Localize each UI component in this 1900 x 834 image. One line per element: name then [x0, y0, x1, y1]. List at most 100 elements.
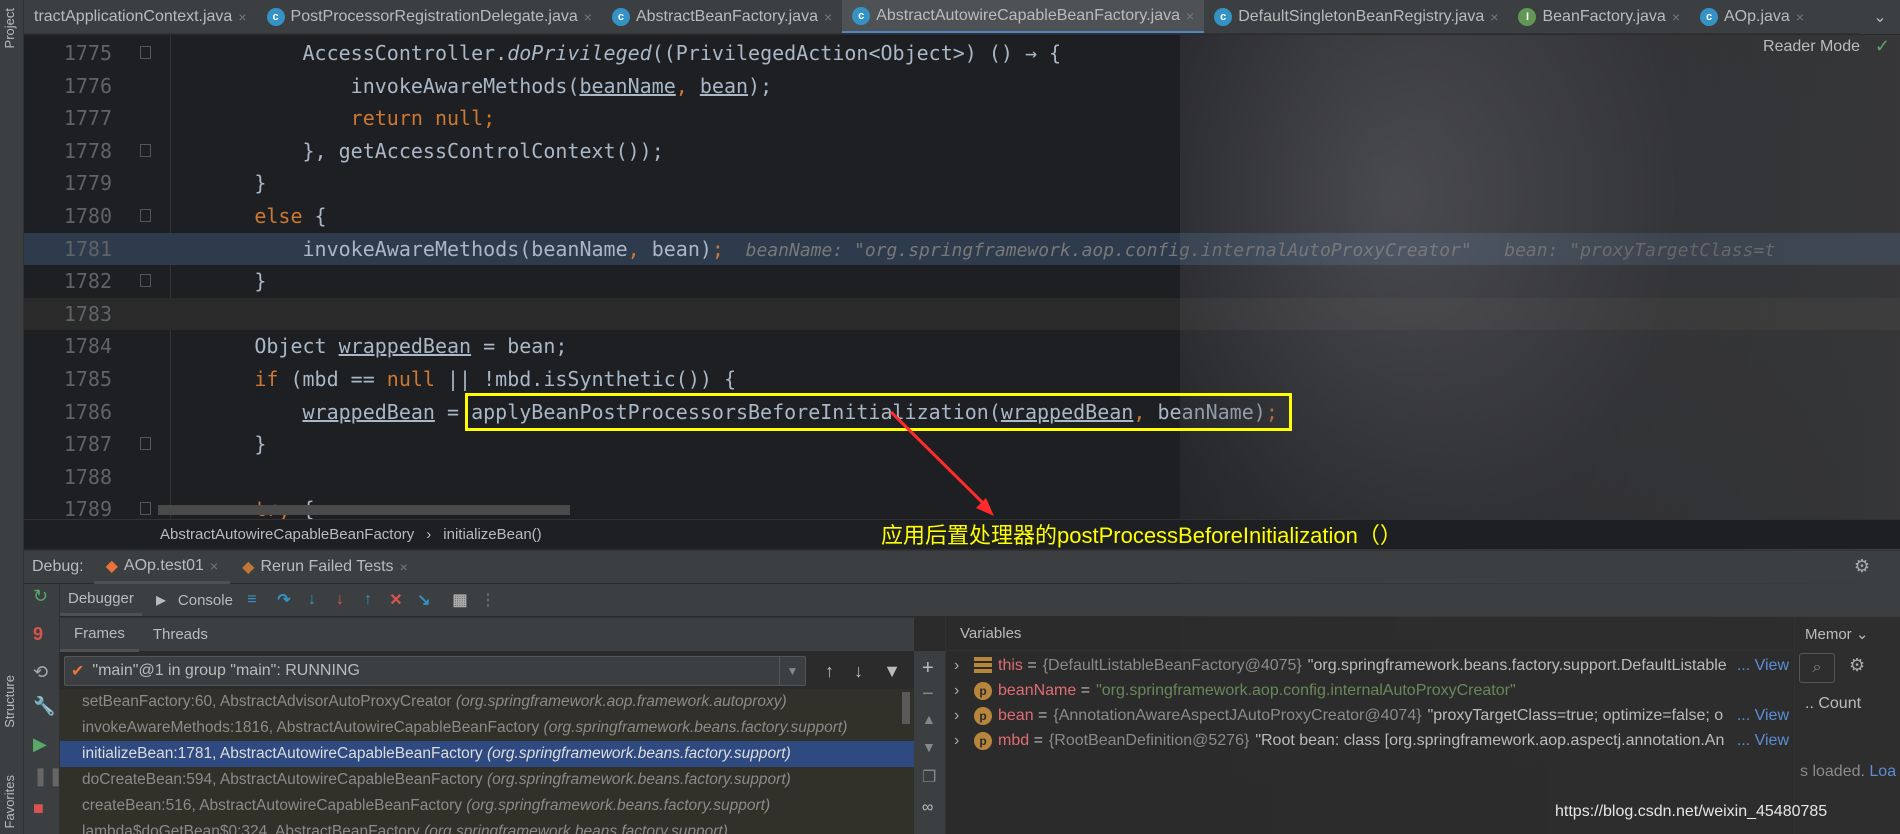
horizontal-scrollbar[interactable]: [158, 505, 570, 515]
line-number[interactable]: 1779: [24, 167, 112, 200]
breadcrumb-class[interactable]: AbstractAutowireCapableBeanFactory: [160, 526, 414, 543]
editor-tab[interactable]: I BeanFactory.java ×: [1508, 0, 1690, 33]
arrow-down-icon[interactable]: ↓: [854, 661, 863, 682]
minus-icon[interactable]: −: [922, 683, 934, 706]
view-link[interactable]: ... View: [1737, 707, 1789, 725]
editor-tab[interactable]: c DefaultSingletonBeanRegistry.java ×: [1204, 0, 1508, 33]
frame-row[interactable]: initializeBean:1781, AbstractAutowireCap…: [60, 741, 914, 767]
line-number[interactable]: 1783: [24, 298, 112, 331]
stop-icon[interactable]: ■: [33, 798, 44, 819]
gear-icon[interactable]: ⚙: [1849, 655, 1865, 676]
breadcrumb-method[interactable]: initializeBean(): [443, 526, 541, 543]
reader-mode-button[interactable]: Reader Mode: [1763, 38, 1860, 56]
line-number[interactable]: 1787: [24, 428, 112, 461]
favorites-tool-button[interactable]: Favorites: [2, 775, 17, 828]
debugger-tab[interactable]: Debugger: [60, 584, 142, 616]
variable-row[interactable]: › p bean = {AnnotationAwareAspectJAutoProx…: [954, 704, 1789, 728]
frame-row[interactable]: setBeanFactory:60, AbstractAdvisorAutoPr…: [60, 689, 914, 715]
move-down-icon[interactable]: ▼: [922, 739, 936, 755]
frame-row[interactable]: createBean:516, AbstractAutowireCapableB…: [60, 793, 914, 819]
chevron-right-icon[interactable]: ›: [954, 707, 968, 725]
fold-marker-icon[interactable]: [140, 46, 151, 59]
debug-tab-rerun-failed[interactable]: ◆ Rerun Failed Tests ×: [230, 551, 420, 584]
line-number[interactable]: 1789: [24, 493, 112, 519]
line-number[interactable]: 1786: [24, 396, 112, 429]
close-icon[interactable]: ×: [1672, 9, 1680, 25]
chevron-right-icon[interactable]: ›: [954, 682, 968, 700]
watches-glasses-icon[interactable]: ∞: [922, 799, 933, 817]
restore-layout-icon[interactable]: ⟲: [33, 662, 48, 683]
line-number[interactable]: 1788: [24, 461, 112, 494]
fold-marker-icon[interactable]: [140, 437, 151, 451]
view-link[interactable]: ... View: [1737, 657, 1789, 675]
variable-row[interactable]: › p mbd = {RootBeanDefinition@5276} "Root b…: [954, 729, 1789, 753]
run-to-cursor-icon[interactable]: ↘: [413, 590, 435, 610]
line-number[interactable]: 1778: [24, 135, 112, 168]
line-number[interactable]: 1775: [24, 37, 112, 70]
debug-tab-aop-test01[interactable]: ◆ AOp.test01 ×: [93, 551, 231, 584]
arrow-up-icon[interactable]: ↑: [825, 661, 834, 682]
line-number[interactable]: 1777: [24, 102, 112, 135]
fold-marker-icon[interactable]: [140, 143, 151, 157]
close-icon[interactable]: ×: [400, 559, 408, 575]
filter-icon[interactable]: ▼: [883, 661, 901, 682]
tab-frames[interactable]: Frames: [60, 618, 139, 652]
line-number[interactable]: 1785: [24, 363, 112, 396]
editor-tab[interactable]: c AOp.java ×: [1690, 0, 1814, 33]
close-icon[interactable]: ×: [1490, 9, 1498, 25]
fold-marker-icon[interactable]: [140, 209, 151, 222]
chevron-down-icon[interactable]: ▼: [779, 657, 805, 685]
line-number[interactable]: 1781: [24, 233, 112, 266]
force-step-into-icon[interactable]: ↓: [329, 591, 351, 609]
editor-tab[interactable]: tractApplicationContext.java ×: [24, 0, 257, 33]
step-over-icon[interactable]: ↷: [273, 590, 295, 610]
thread-select[interactable]: ✔ "main"@1 in group "main": RUNNING ▼: [64, 656, 806, 686]
editor-tab[interactable]: c PostProcessorRegistrationDelegate.java ×: [257, 0, 602, 33]
editor-tab[interactable]: c AbstractBeanFactory.java ×: [602, 0, 842, 33]
line-number[interactable]: 1776: [24, 70, 112, 103]
close-icon[interactable]: ×: [210, 558, 218, 574]
variable-row[interactable]: › this = {DefaultListableBeanFactory@4075…: [954, 654, 1789, 678]
wrench-icon[interactable]: 🔧: [33, 696, 55, 717]
fold-marker-icon[interactable]: [140, 274, 151, 288]
view-link[interactable]: ... View: [1737, 732, 1789, 750]
line-number[interactable]: 1784: [24, 330, 112, 363]
memory-tab[interactable]: Memor ⌄: [1805, 625, 1868, 643]
close-icon[interactable]: ×: [1796, 9, 1804, 25]
plus-icon[interactable]: +: [922, 657, 934, 680]
trace-icon[interactable]: ⋮: [477, 590, 499, 610]
frame-row[interactable]: doCreateBean:594, AbstractAutowireCapabl…: [60, 767, 914, 793]
load-classes-link[interactable]: Loa: [1869, 763, 1896, 780]
chevron-down-icon[interactable]: ⌄: [1860, 0, 1900, 34]
frames-scrollbar[interactable]: [902, 692, 910, 724]
copy-icon[interactable]: ❐: [922, 767, 936, 787]
rerun-icon[interactable]: ↻: [33, 586, 48, 607]
inspection-check-icon[interactable]: ✓: [1875, 36, 1890, 57]
pause-icon[interactable]: ❚❚: [33, 766, 63, 787]
project-tool-button[interactable]: Project: [2, 8, 17, 48]
chevron-right-icon[interactable]: ›: [954, 657, 968, 675]
search-icon[interactable]: ⌕: [1799, 653, 1835, 683]
variable-row[interactable]: › p beanName = "org.springframework.aop.co…: [954, 679, 1789, 703]
close-icon[interactable]: ×: [238, 9, 246, 25]
move-up-icon[interactable]: ▲: [922, 711, 936, 727]
gear-icon[interactable]: ⚙: [1854, 556, 1870, 577]
frame-row[interactable]: invokeAwareMethods:1816, AbstractAutowir…: [60, 715, 914, 741]
show-execution-point-icon[interactable]: ≡: [241, 591, 263, 609]
close-icon[interactable]: ×: [824, 9, 832, 25]
close-icon[interactable]: ×: [584, 9, 592, 25]
evaluate-expression-icon[interactable]: ▦: [449, 590, 471, 610]
frame-row[interactable]: lambda$doGetBean$0:324, AbstractBeanFact…: [60, 819, 914, 834]
line-number[interactable]: 1780: [24, 200, 112, 233]
step-out-icon[interactable]: ↑: [357, 591, 379, 609]
chevron-right-icon[interactable]: ›: [954, 732, 968, 750]
count-column-header[interactable]: .. Count: [1805, 695, 1861, 713]
line-number[interactable]: 1782: [24, 265, 112, 298]
rerun-failed-icon[interactable]: 9: [33, 624, 43, 645]
close-icon[interactable]: ×: [1186, 8, 1194, 24]
step-into-icon[interactable]: ↓: [301, 591, 323, 609]
drop-frame-icon[interactable]: ✕: [385, 590, 407, 610]
fold-marker-icon[interactable]: [140, 502, 151, 516]
resume-icon[interactable]: ▶: [33, 734, 47, 755]
console-tab[interactable]: ▶ Console: [142, 592, 241, 609]
